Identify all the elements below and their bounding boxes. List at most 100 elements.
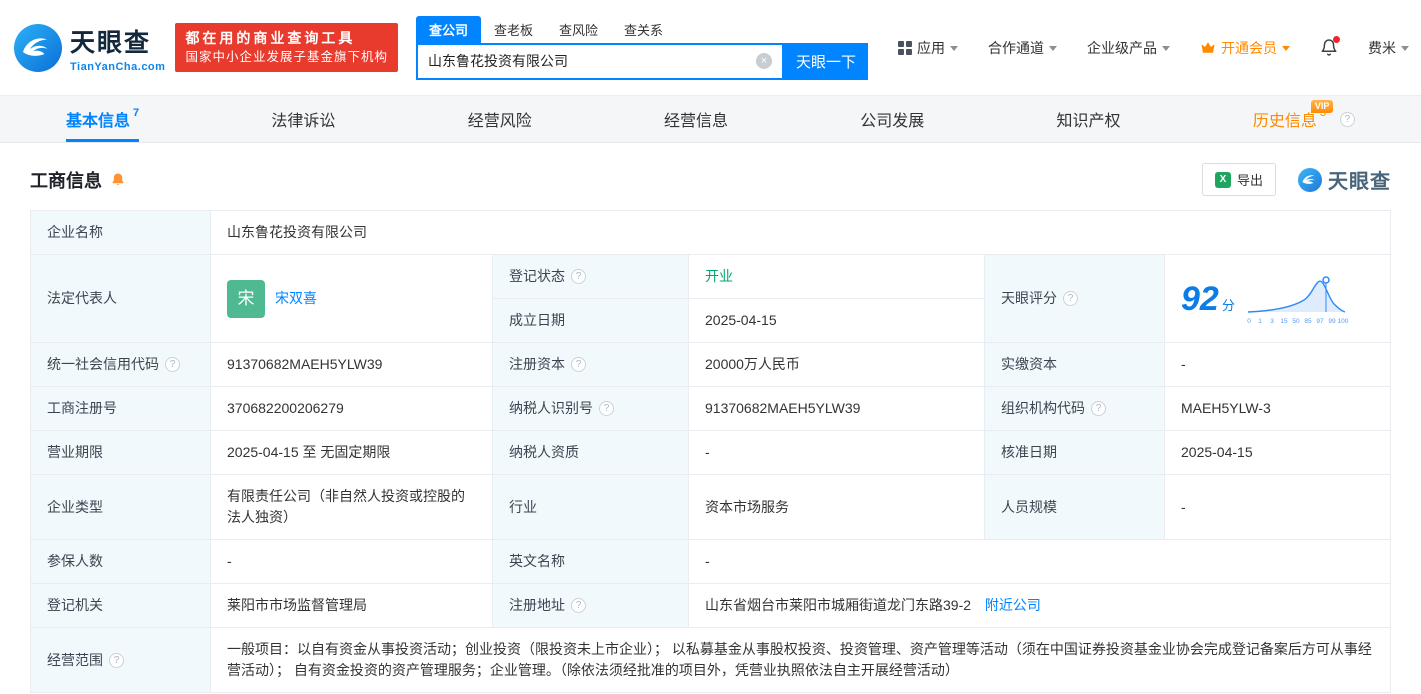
insured-num-value: - bbox=[211, 540, 493, 584]
tab-operating-info[interactable]: 经营信息 bbox=[664, 96, 728, 142]
reg-status-value: 开业 bbox=[705, 268, 733, 284]
english-name-value: - bbox=[689, 540, 1391, 584]
nearby-companies-link[interactable]: 附近公司 bbox=[985, 597, 1041, 613]
promo-line-1: 都在用的商业查询工具 bbox=[185, 28, 388, 48]
clear-search-icon[interactable]: × bbox=[756, 53, 772, 69]
taxpayer-quality-label: 纳税人资质 bbox=[493, 431, 689, 475]
nav-user-label: 费米 bbox=[1368, 38, 1396, 58]
english-name-label: 英文名称 bbox=[493, 540, 689, 584]
brand-watermark: 天眼查 bbox=[1298, 165, 1391, 194]
legal-rep-avatar[interactable]: 宋 bbox=[227, 280, 265, 318]
tab-development-label: 公司发展 bbox=[860, 107, 924, 131]
notice-bell-icon[interactable] bbox=[110, 172, 126, 188]
tab-operating-label: 经营信息 bbox=[664, 107, 728, 131]
nav-enterprise-label: 企业级产品 bbox=[1087, 38, 1157, 58]
brand-logo[interactable]: 天眼查 TianYanCha.com bbox=[14, 23, 165, 73]
taxpayer-no-label: 纳税人识别号 ? bbox=[493, 387, 689, 431]
tab-ip-label: 知识产权 bbox=[1057, 107, 1121, 131]
credit-code-value: 91370682MAEH5YLW39 bbox=[211, 343, 493, 387]
brand-domain: TianYanCha.com bbox=[70, 61, 165, 73]
establish-date-value: 2025-04-15 bbox=[689, 299, 985, 343]
company-type-label: 企业类型 bbox=[31, 475, 211, 540]
row-business-scope: 经营范围 ? 一般项目：以自有资金从事投资活动；创业投资（限投资未上市企业）； … bbox=[31, 628, 1391, 693]
row-company-type: 企业类型 有限责任公司（非自然人投资或控股的法人独资） 行业 资本市场服务 人员… bbox=[31, 475, 1391, 540]
help-icon[interactable]: ? bbox=[1091, 401, 1106, 416]
staff-size-value: - bbox=[1165, 475, 1391, 540]
excel-icon: X bbox=[1215, 172, 1231, 188]
promo-line-2: 国家中小企业发展子基金旗下机构 bbox=[185, 48, 388, 67]
search-category-tabs: 查公司 查老板 查风险 查关系 bbox=[416, 16, 868, 43]
business-term-value: 2025-04-15 至 无固定期限 bbox=[211, 431, 493, 475]
tab-history-info[interactable]: 历史信息 3 VIP ? bbox=[1253, 96, 1355, 142]
search-tab-boss[interactable]: 查老板 bbox=[481, 16, 546, 43]
staff-size-label: 人员规模 bbox=[985, 475, 1165, 540]
page-section-title: 工商信息 bbox=[30, 167, 102, 193]
approve-date-value: 2025-04-15 bbox=[1165, 431, 1391, 475]
notification-bell-icon bbox=[1320, 38, 1338, 57]
nav-notifications[interactable] bbox=[1320, 38, 1338, 57]
nav-apps[interactable]: 应用 bbox=[898, 38, 958, 58]
company-name-label: 企业名称 bbox=[31, 211, 211, 255]
help-icon[interactable]: ? bbox=[571, 269, 586, 284]
search-box: × bbox=[416, 43, 784, 80]
search-tab-relation[interactable]: 查关系 bbox=[611, 16, 676, 43]
nav-open-membership[interactable]: 开通会员 bbox=[1200, 38, 1290, 58]
reg-no-label: 工商注册号 bbox=[31, 387, 211, 431]
reg-authority-value: 莱阳市市场监督管理局 bbox=[211, 584, 493, 628]
search-input[interactable] bbox=[428, 53, 756, 69]
svg-text:0: 0 bbox=[1247, 318, 1251, 325]
row-reg-authority: 登记机关 莱阳市市场监督管理局 注册地址 ? 山东省烟台市莱阳市城厢街道龙门东路… bbox=[31, 584, 1391, 628]
tab-company-development[interactable]: 公司发展 bbox=[860, 96, 924, 142]
chevron-down-icon bbox=[1162, 46, 1170, 55]
help-icon[interactable]: ? bbox=[1063, 291, 1078, 306]
grid-icon bbox=[898, 41, 912, 55]
search-tab-risk[interactable]: 查风险 bbox=[546, 16, 611, 43]
svg-text:100: 100 bbox=[1337, 318, 1348, 325]
help-icon[interactable]: ? bbox=[109, 653, 124, 668]
vip-badge: VIP bbox=[1311, 100, 1334, 113]
tab-intellectual-property[interactable]: 知识产权 bbox=[1057, 96, 1121, 142]
nav-cooperation[interactable]: 合作通道 bbox=[988, 38, 1057, 58]
export-button[interactable]: X 导出 bbox=[1202, 163, 1276, 196]
svg-text:3: 3 bbox=[1270, 318, 1274, 325]
help-icon[interactable]: ? bbox=[599, 401, 614, 416]
reg-status-cell: 开业 bbox=[689, 255, 985, 299]
search-tab-company[interactable]: 查公司 bbox=[416, 16, 481, 43]
tab-basic-info[interactable]: 基本信息 7 bbox=[66, 96, 139, 142]
legal-rep-link[interactable]: 宋双喜 bbox=[275, 288, 317, 309]
svg-text:85: 85 bbox=[1304, 318, 1312, 325]
address-cell: 山东省烟台市莱阳市城厢街道龙门东路39-2 附近公司 bbox=[689, 584, 1391, 628]
nav-user[interactable]: 费米 bbox=[1368, 38, 1409, 58]
row-business-term: 营业期限 2025-04-15 至 无固定期限 纳税人资质 - 核准日期 202… bbox=[31, 431, 1391, 475]
tianyan-score[interactable]: 92 分 0 1 3 15 50 85 97 99 100 bbox=[1181, 272, 1374, 326]
tab-history-label: 历史信息 bbox=[1253, 107, 1317, 131]
legal-rep-cell: 宋 宋双喜 bbox=[211, 255, 493, 343]
help-icon[interactable]: ? bbox=[1340, 112, 1355, 127]
nav-enterprise-products[interactable]: 企业级产品 bbox=[1087, 38, 1170, 58]
score-value: 92 bbox=[1181, 282, 1219, 316]
score-curve-chart: 0 1 3 15 50 85 97 99 100 bbox=[1245, 272, 1349, 326]
row-credit-code: 统一社会信用代码 ? 91370682MAEH5YLW39 注册资本 ? 200… bbox=[31, 343, 1391, 387]
reg-authority-label: 登记机关 bbox=[31, 584, 211, 628]
svg-text:50: 50 bbox=[1292, 318, 1300, 325]
address-label: 注册地址 ? bbox=[493, 584, 689, 628]
taxpayer-quality-value: - bbox=[689, 431, 985, 475]
reg-no-value: 370682200206279 bbox=[211, 387, 493, 431]
business-scope-label: 经营范围 ? bbox=[31, 628, 211, 693]
tab-legal-proceedings[interactable]: 法律诉讼 bbox=[271, 96, 335, 142]
watermark-logo-icon bbox=[1298, 168, 1322, 192]
svg-text:97: 97 bbox=[1316, 318, 1324, 325]
brand-logo-text: 天眼查 TianYanCha.com bbox=[70, 23, 165, 73]
help-icon[interactable]: ? bbox=[165, 357, 180, 372]
section-head: 工商信息 X 导出 天眼查 bbox=[0, 143, 1421, 210]
svg-text:99: 99 bbox=[1328, 318, 1336, 325]
watermark-brand-text: 天眼查 bbox=[1328, 165, 1391, 194]
insured-num-label: 参保人数 bbox=[31, 540, 211, 584]
chevron-down-icon bbox=[1282, 46, 1290, 55]
tab-operating-risk[interactable]: 经营风险 bbox=[468, 96, 532, 142]
help-icon[interactable]: ? bbox=[571, 598, 586, 613]
help-icon[interactable]: ? bbox=[571, 357, 586, 372]
search-button[interactable]: 天眼一下 bbox=[784, 43, 868, 80]
tab-basic-count: 7 bbox=[133, 107, 139, 119]
top-nav: 应用 合作通道 企业级产品 开通会员 bbox=[868, 38, 1409, 58]
